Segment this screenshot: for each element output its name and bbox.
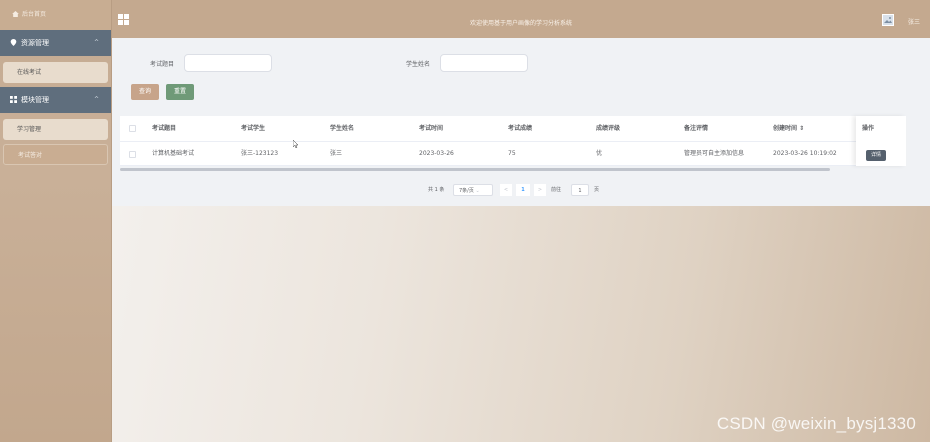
column-header: 成绩评级 — [596, 125, 621, 132]
query-button[interactable]: 查询 — [131, 84, 160, 100]
data-table: 考试题目 考试学生 学生姓名 考试时间 考试成绩 成绩评级 备注评情 创建时间 … — [120, 116, 906, 166]
user-name[interactable]: 张三 — [908, 17, 920, 26]
image-icon — [884, 17, 892, 23]
column-header: 考试题目 — [152, 125, 177, 132]
chevron-down-icon: ⌄ — [475, 188, 480, 194]
watermark: CSDN @weixin_bysj1330 — [716, 414, 916, 433]
sidebar-item-online-exam[interactable]: 在线考试 — [3, 62, 108, 83]
column-header: 学生姓名 — [330, 125, 355, 132]
page-number[interactable]: 1 — [516, 184, 530, 196]
column-header: 考试成绩 — [508, 125, 533, 132]
sidebar-group-label: 模块管理 — [21, 96, 49, 104]
table-cell: 张三-123123 — [241, 150, 279, 157]
table-row: 计算机基础考试 张三-123123 张三 2023-03-26 75 优 管理员… — [120, 142, 906, 166]
exam-title-label: 考试题目 — [150, 61, 175, 68]
next-page-button[interactable]: > — [534, 184, 546, 196]
mouse-cursor-icon — [293, 140, 298, 148]
avatar-icon[interactable] — [882, 14, 894, 26]
table-header-row: 考试题目 考试学生 学生姓名 考试时间 考试成绩 成绩评级 备注评情 创建时间 … — [120, 116, 906, 142]
exam-title-input[interactable] — [184, 54, 272, 72]
chevron-up-icon: ^ — [93, 96, 99, 103]
column-header: 考试学生 — [241, 125, 266, 132]
sidebar-group-label: 资源管理 — [21, 39, 49, 47]
chevron-up-icon: ^ — [93, 39, 99, 46]
sidebar-item-exam-answer[interactable]: 考试答对 — [3, 144, 108, 165]
student-name-input[interactable] — [440, 54, 528, 72]
pin-icon — [10, 39, 17, 46]
home-icon — [12, 11, 19, 17]
sidebar-home[interactable]: 后台首页 — [0, 0, 111, 30]
main-panel: 考试题目 学生姓名 查询 重置 考试题目 考试学生 学生姓名 考试时间 考试成绩… — [112, 38, 930, 206]
sidebar-home-label: 后台首页 — [22, 11, 47, 18]
goto-page-input[interactable]: 1 — [571, 184, 589, 196]
column-header: 备注评情 — [684, 125, 709, 132]
table-cell: 2023-03-26 — [419, 150, 454, 157]
page-title: 欢迎使用基于用户画像的学习分析系统 — [469, 20, 572, 27]
select-all-checkbox[interactable] — [129, 125, 136, 132]
sidebar-group-resource[interactable]: 资源管理 ^ — [0, 30, 111, 56]
page-unit-label: 页 — [594, 187, 600, 193]
topbar: 欢迎使用基于用户画像的学习分析系统 张三 — [112, 0, 930, 38]
search-form: 考试题目 学生姓名 — [112, 54, 930, 72]
sidebar-group-module[interactable]: 模块管理 ^ — [0, 87, 111, 113]
content-area: 考试题目 学生姓名 查询 重置 考试题目 考试学生 学生姓名 考试时间 考试成绩… — [112, 38, 930, 442]
table-cell: 75 — [508, 150, 516, 157]
prev-page-button[interactable]: < — [500, 184, 512, 196]
column-header: 操作 — [862, 125, 875, 132]
detail-button[interactable]: 详情 — [866, 150, 887, 161]
goto-label: 前往 — [551, 187, 562, 193]
operation-column: 操作 详情 — [856, 116, 906, 166]
table-cell: 管理员可自主添加信息 — [684, 150, 745, 157]
sidebar: 后台首页 资源管理 ^ 在线考试 模块管理 ^ 学习管理 考试答对 — [0, 0, 112, 442]
sidebar-item-study[interactable]: 学习管理 — [3, 119, 108, 140]
table-cell: 计算机基础考试 — [152, 150, 195, 157]
table-cell: 优 — [596, 150, 603, 157]
student-name-label: 学生姓名 — [406, 61, 431, 68]
table-cell: 2023-03-26 10:19:02 — [773, 150, 837, 157]
pagination-total: 共 1 条 — [428, 187, 445, 193]
row-checkbox[interactable] — [129, 151, 136, 158]
reset-button[interactable]: 重置 — [166, 84, 195, 100]
column-header: 考试时间 — [419, 125, 444, 132]
page-size-select[interactable]: 7条/页 ⌄ — [453, 184, 493, 196]
page-size-value: 7条/页 — [459, 188, 474, 194]
column-header-sortable[interactable]: 创建时间 ⇕ — [773, 116, 804, 142]
horizontal-scrollbar[interactable] — [120, 168, 830, 171]
table-cell: 张三 — [330, 150, 343, 157]
grid-icon — [10, 96, 17, 103]
